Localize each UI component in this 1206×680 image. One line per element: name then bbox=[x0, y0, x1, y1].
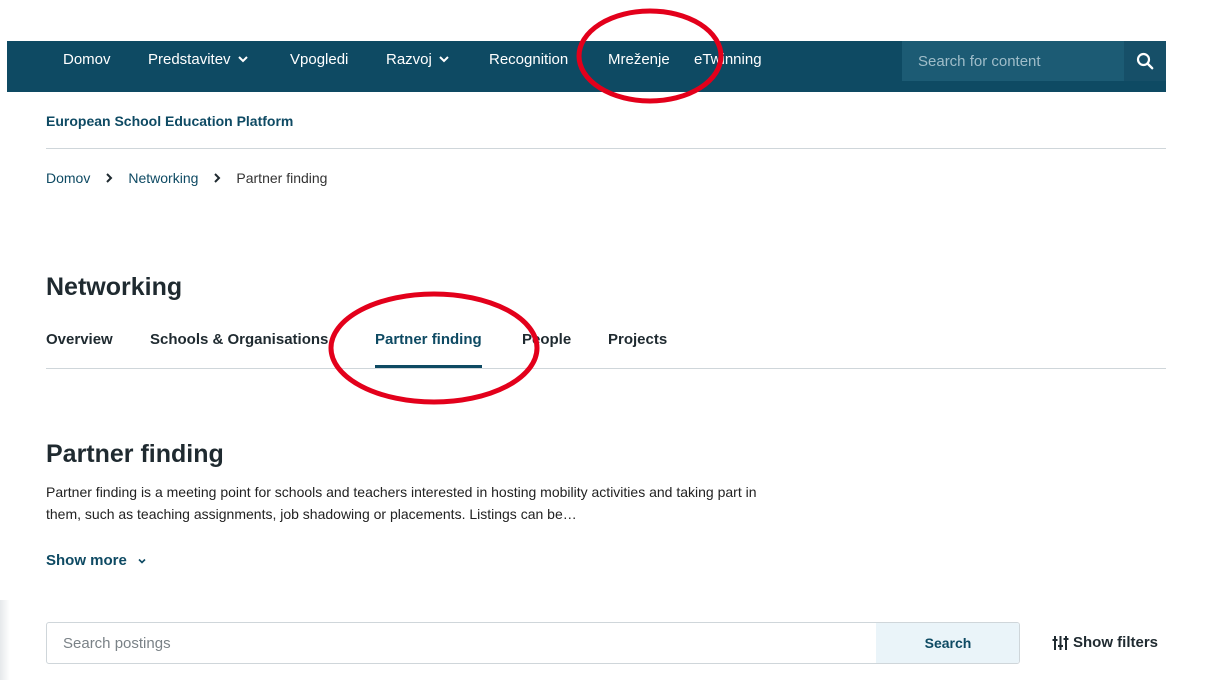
nav-item-label: eTwinning bbox=[694, 51, 762, 68]
breadcrumb-current: Partner finding bbox=[236, 170, 328, 186]
nav-item-label: Domov bbox=[63, 51, 111, 68]
nav-item-recognition[interactable]: Recognition bbox=[489, 41, 568, 92]
page-edge-shadow bbox=[0, 600, 10, 680]
sliders-icon bbox=[1052, 635, 1069, 651]
chevron-down-icon bbox=[438, 53, 450, 65]
postings-search-button[interactable]: Search bbox=[876, 623, 1019, 663]
nav-item-label: Razvoj bbox=[386, 51, 432, 68]
site-title-link[interactable]: European School Education Platform bbox=[46, 113, 293, 129]
chevron-right-icon bbox=[104, 173, 114, 183]
breadcrumb: Domov Networking Partner finding bbox=[46, 170, 327, 186]
postings-search-label: Search bbox=[924, 635, 972, 651]
top-navigation-bar: Domov Predstavitev Vpogledi Razvoj Recog… bbox=[7, 41, 1166, 92]
search-icon bbox=[1136, 52, 1154, 70]
tab-partner-finding[interactable]: Partner finding bbox=[375, 330, 482, 368]
postings-search-bar: Search bbox=[46, 622, 1020, 664]
page-description: Partner finding is a meeting point for s… bbox=[46, 484, 757, 522]
global-search-input[interactable] bbox=[902, 41, 1124, 81]
chevron-right-icon bbox=[212, 173, 222, 183]
global-search-button[interactable] bbox=[1124, 41, 1166, 81]
nav-item-label: Predstavitev bbox=[148, 51, 231, 68]
nav-item-razvoj[interactable]: Razvoj bbox=[386, 41, 450, 92]
chevron-down-icon bbox=[137, 556, 147, 566]
show-more-label: Show more bbox=[46, 552, 127, 569]
nav-item-label: Vpogledi bbox=[290, 51, 349, 68]
postings-search-input[interactable] bbox=[47, 623, 877, 663]
nav-item-label: Recognition bbox=[489, 51, 569, 68]
breadcrumb-link-networking[interactable]: Networking bbox=[128, 170, 198, 186]
show-more-button[interactable]: Show more bbox=[46, 552, 147, 569]
header-divider bbox=[46, 148, 1166, 149]
nav-item-etwinning[interactable]: eTwinning bbox=[694, 41, 762, 92]
nav-item-domov[interactable]: Domov bbox=[63, 41, 111, 92]
chevron-down-icon bbox=[237, 53, 249, 65]
nav-item-predstavitev[interactable]: Predstavitev bbox=[148, 41, 249, 92]
show-filters-button[interactable]: Show filters bbox=[1052, 634, 1158, 651]
show-filters-label: Show filters bbox=[1073, 634, 1159, 651]
tab-overview[interactable]: Overview bbox=[46, 330, 113, 368]
tab-schools-organisations[interactable]: Schools & Organisations bbox=[150, 330, 328, 368]
global-search bbox=[902, 41, 1124, 81]
page-title: Partner finding bbox=[46, 440, 224, 468]
nav-item-mrezenje[interactable]: Mreženje bbox=[608, 41, 670, 92]
nav-item-label: Mreženje bbox=[608, 51, 670, 68]
tabs-divider bbox=[46, 368, 1166, 369]
nav-item-vpogledi[interactable]: Vpogledi bbox=[290, 41, 348, 92]
breadcrumb-link-home[interactable]: Domov bbox=[46, 170, 90, 186]
section-title: Networking bbox=[46, 273, 183, 301]
tab-people[interactable]: People bbox=[522, 330, 571, 368]
tab-projects[interactable]: Projects bbox=[608, 330, 667, 368]
